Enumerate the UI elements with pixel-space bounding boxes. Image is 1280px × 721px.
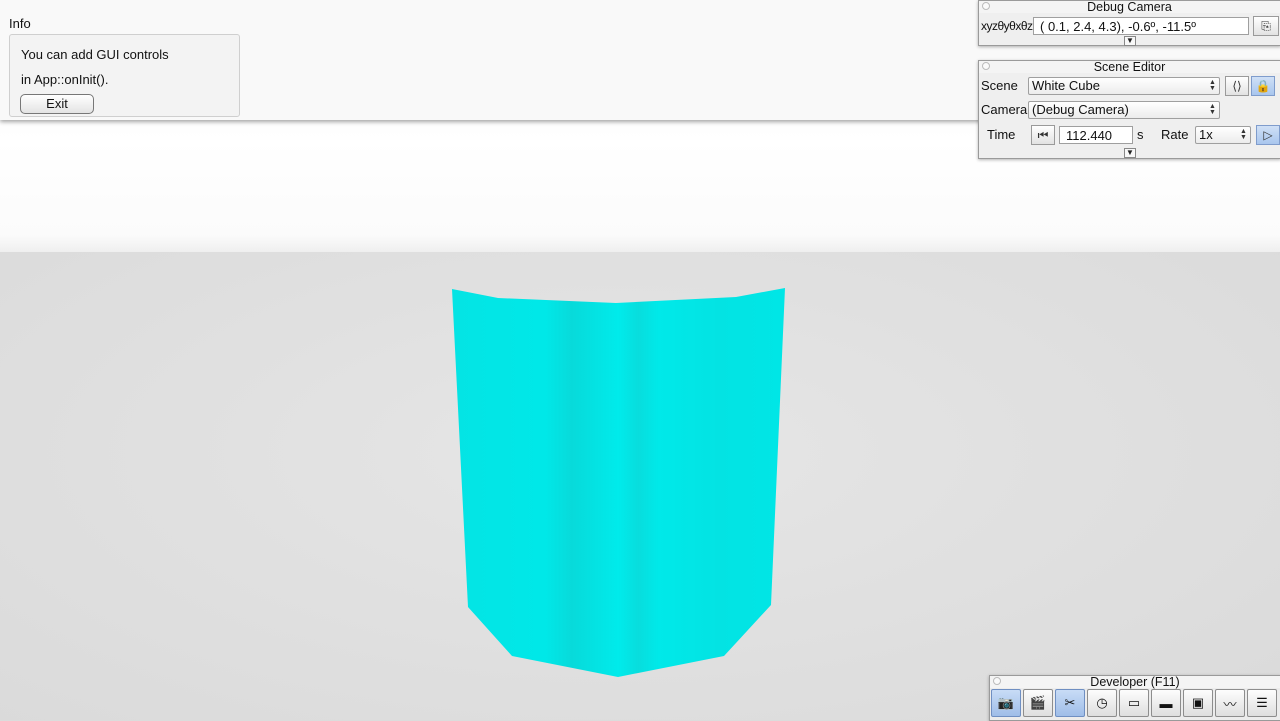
rate-select-value: 1x <box>1199 127 1213 142</box>
rewind-icon[interactable]: ⏮ <box>1031 125 1055 145</box>
info-pane: You can add GUI controls in App::onInit(… <box>9 34 240 117</box>
new-window-icon[interactable]: ▭ <box>1119 689 1149 717</box>
mesh-surface <box>452 288 785 677</box>
copy-icon[interactable]: ⎘ <box>1253 16 1279 36</box>
rate-select[interactable]: 1x ▲ ▼ <box>1195 126 1251 144</box>
camera-label: Camera <box>981 102 1028 117</box>
clock-icon[interactable]: ◷ <box>1087 689 1117 717</box>
scene-editor-window: Scene Editor Scene White Cube ▲ ▼ ⟨⟩ 🔒 Ca… <box>978 60 1280 159</box>
lock-icon[interactable]: 🔒 <box>1251 76 1275 96</box>
developer-title[interactable]: Developer (F11) <box>990 676 1280 688</box>
close-icon[interactable] <box>982 2 990 10</box>
reload-icon[interactable]: ⟨⟩ <box>1225 76 1249 96</box>
exit-button[interactable]: Exit <box>20 94 94 114</box>
camera-select[interactable]: (Debug Camera) ▲ ▼ <box>1028 101 1220 119</box>
time-field[interactable]: 112.440 <box>1059 126 1133 144</box>
document-icon[interactable]: ☰ <box>1247 689 1277 717</box>
chevron-down-icon[interactable]: ▼ <box>1124 36 1136 46</box>
camera-icon[interactable]: 📷 <box>991 689 1021 717</box>
close-icon[interactable] <box>982 62 990 70</box>
scene-select-value: White Cube <box>1032 78 1100 93</box>
scene-label: Scene <box>981 78 1018 93</box>
info-pane-title: Info <box>9 16 31 31</box>
scene-editor-title[interactable]: Scene Editor <box>979 61 1280 73</box>
scene-graph-icon[interactable]: ▣ <box>1183 689 1213 717</box>
tools-icon[interactable]: ✂ <box>1055 689 1085 717</box>
scene-select[interactable]: White Cube ▲ ▼ <box>1028 77 1220 95</box>
info-text-line1: You can add GUI controls <box>21 47 169 62</box>
terminal-icon[interactable]: ▬ <box>1151 689 1181 717</box>
xyz-label: xyzθyθxθz <box>981 19 1033 33</box>
updown-arrows-icon: ▲ ▼ <box>1240 128 1247 141</box>
play-icon[interactable]: ▷ <box>1256 125 1280 145</box>
camera-coords-field[interactable]: ( 0.1, 2.4, 4.3), -0.6º, -11.5º <box>1033 17 1249 35</box>
clapperboard-icon[interactable]: 🎬 <box>1023 689 1053 717</box>
time-unit: s <box>1137 127 1144 142</box>
debug-camera-window: Debug Camera xyzθyθxθz ( 0.1, 2.4, 4.3),… <box>978 0 1280 46</box>
chevron-down-icon[interactable]: ▼ <box>1124 148 1136 158</box>
updown-arrows-icon: ▲ ▼ <box>1209 103 1216 116</box>
info-text-line2: in App::onInit(). <box>21 72 109 87</box>
updown-arrows-icon: ▲ ▼ <box>1209 79 1216 92</box>
profiler-icon[interactable]: 〰 <box>1215 689 1245 717</box>
time-label: Time <box>987 127 1016 142</box>
rate-label: Rate <box>1161 127 1189 142</box>
camera-select-value: (Debug Camera) <box>1032 102 1129 117</box>
debug-camera-title[interactable]: Debug Camera <box>979 1 1280 13</box>
close-icon[interactable] <box>993 677 1001 685</box>
